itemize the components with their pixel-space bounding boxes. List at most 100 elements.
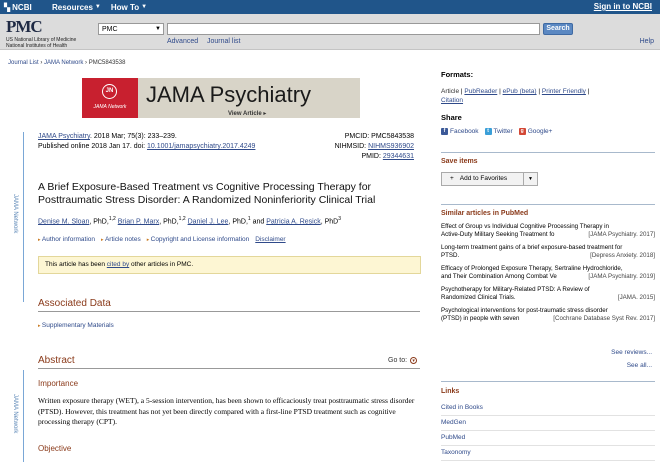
article-notes-toggle[interactable]: ▸ Article notes (101, 236, 141, 243)
links-heading[interactable]: Links (441, 388, 459, 395)
author-link[interactable]: Denise M. Sloan (38, 218, 89, 225)
abstract-heading: Abstract (38, 355, 420, 369)
save-items-heading[interactable]: Save items (441, 158, 478, 165)
similar-article-item[interactable]: Effect of Group vs Individual Cognitive … (441, 223, 655, 239)
sidebar-divider (441, 381, 655, 382)
author-suffix: , PhD, (89, 218, 109, 226)
author-affiliation[interactable]: 1,2 (179, 216, 186, 222)
article-title: A Brief Exposure-Based Treatment vs Cogn… (38, 181, 376, 206)
search-button[interactable]: Search (543, 23, 573, 35)
database-select-value: PMC (102, 26, 118, 33)
author-link[interactable]: Daniel J. Lee (188, 218, 229, 225)
similar-article-item[interactable]: Psychological interventions for post-tra… (441, 307, 655, 323)
database-select[interactable]: PMC ▼ (98, 23, 164, 35)
breadcrumb-journal-list[interactable]: Journal List (8, 60, 39, 66)
importance-heading: Importance (38, 379, 79, 388)
article-notes-link[interactable]: Article notes (105, 236, 141, 243)
disclaimer-link[interactable]: Disclaimer (255, 236, 285, 243)
link-cited-in-books[interactable]: Cited in Books (441, 404, 483, 411)
link-medgen[interactable]: MedGen (441, 419, 466, 426)
link-pubmed[interactable]: PubMed (441, 434, 465, 441)
breadcrumb-jama-network[interactable]: JAMA Network (44, 60, 83, 66)
supplementary-materials-toggle[interactable]: ▸ Supplementary Materials (38, 322, 114, 329)
importance-text: Written exposure therapy (WET), a 5-sess… (38, 396, 415, 426)
see-all-link[interactable]: See all... (627, 362, 652, 369)
sign-in-link[interactable]: Sign in to NCBI (594, 2, 652, 11)
pmid-label: PMID: (361, 153, 383, 160)
twitter-label: Twitter (493, 128, 513, 136)
format-citation[interactable]: Citation (441, 97, 463, 104)
rail-label: JAMA Network (12, 194, 18, 234)
copyright-link[interactable]: Copyright and License information (151, 236, 250, 243)
author-information-toggle[interactable]: ▸ Author information (38, 236, 95, 243)
google-label: Google+ (527, 128, 553, 136)
objective-heading: Objective (38, 444, 72, 453)
similar-articles-heading[interactable]: Similar articles in PubMed (441, 210, 528, 217)
share-heading: Share (441, 113, 462, 122)
pmc-logo[interactable]: PMC (6, 17, 43, 37)
chevron-down-icon: ▼ (141, 4, 148, 10)
google-share[interactable]: g Google+ (518, 128, 553, 136)
similar-article-source: [Depress Anxiety. 2018] (588, 252, 655, 260)
cited-post: other articles in PMC. (129, 261, 194, 268)
citation-ref: . 2018 Mar; 75(3): 233–239. (90, 133, 177, 140)
author-link[interactable]: Brian P. Marx (118, 218, 160, 225)
author-suffix: , PhD (320, 218, 339, 226)
link-taxonomy[interactable]: Taxonomy (441, 449, 471, 456)
similar-article-title-line1: Long-term treatment gains of a brief exp… (441, 244, 623, 251)
ncbi-top-bar: ▚ NCBI Resources ▼ How To ▼ Sign in to N… (0, 0, 660, 14)
facebook-icon: f (441, 128, 448, 135)
nihmsid-link[interactable]: NIHMS936902 (368, 143, 414, 150)
journal-link[interactable]: JAMA Psychiatry (38, 133, 90, 140)
formats-heading: Formats: (441, 70, 474, 79)
sidebar-divider (441, 204, 655, 205)
banner-journal-title: JAMA Psychiatry (146, 82, 312, 107)
supplementary-materials-link[interactable]: Supplementary Materials (42, 322, 114, 329)
copyright-toggle[interactable]: ▸ Copyright and License information (147, 236, 250, 243)
citation-ids: PMCID: PMC5843538 NIHMSID: NIHMS936902 P… (262, 132, 414, 162)
resources-label: Resources (52, 2, 93, 12)
twitter-share[interactable]: t Twitter (484, 128, 513, 136)
similar-article-title-line1: Effect of Group vs Individual Cognitive … (441, 223, 609, 230)
chevron-down-icon[interactable]: ▼ (523, 173, 537, 185)
similar-article-item[interactable]: Efficacy of Prolonged Exposure Therapy, … (441, 265, 655, 281)
cited-by-notice: This article has been cited by other art… (38, 256, 421, 274)
journal-list-link[interactable]: Journal list (207, 38, 240, 45)
see-reviews-link[interactable]: See reviews... (611, 349, 652, 356)
format-article[interactable]: Article (441, 88, 459, 95)
similar-article-source: [Cochrane Database Syst Rev. 2017] (551, 315, 655, 323)
similar-article-source: [JAMA. 2015] (615, 294, 655, 302)
facebook-share[interactable]: f Facebook (441, 128, 479, 135)
view-article-link[interactable]: View Article ▸ (228, 110, 266, 117)
format-epub[interactable]: ePub (beta) (503, 88, 537, 95)
author-link[interactable]: Patricia A. Resick (266, 218, 320, 225)
similar-article-title-line1: Psychological interventions for post-tra… (441, 307, 608, 314)
author-information-link[interactable]: Author information (42, 236, 95, 243)
author-list: Denise M. Sloan, PhD,1,2 Brian P. Marx, … (38, 216, 418, 225)
similar-article-item[interactable]: Psychotherapy for Military-Related PTSD:… (441, 286, 655, 302)
pmid-link[interactable]: 29344631 (383, 153, 414, 160)
help-link[interactable]: Help (640, 38, 654, 45)
format-printer-friendly[interactable]: Printer Friendly (542, 88, 586, 95)
similar-article-item[interactable]: Long-term treatment gains of a brief exp… (441, 244, 655, 260)
advanced-link[interactable]: Advanced (167, 38, 198, 45)
ncbi-logo[interactable]: ▚ NCBI (4, 3, 42, 12)
similar-articles-list: Effect of Group vs Individual Cognitive … (441, 223, 655, 328)
goto-label: Go to: (388, 357, 408, 364)
journal-banner[interactable]: JN JAMA Network JAMA Psychiatry View Art… (82, 78, 360, 118)
links-list: Cited in Books MedGen PubMed Taxonomy (441, 401, 655, 461)
goto-menu[interactable]: Go to: ▾ (388, 357, 418, 364)
format-pubreader[interactable]: PubReader (464, 88, 497, 95)
search-input[interactable] (167, 23, 540, 35)
author-affiliation[interactable]: 1,2 (109, 216, 116, 222)
cited-by-link[interactable]: cited by (107, 261, 129, 268)
chevron-down-icon: ▼ (94, 4, 101, 10)
doi-link[interactable]: 10.1001/jamapsychiatry.2017.4249 (147, 143, 255, 150)
how-to-menu[interactable]: How To ▼ (111, 3, 147, 12)
add-to-favorites-button[interactable]: + Add to Favorites ▼ (441, 172, 538, 186)
author-affiliation[interactable]: 3 (338, 216, 341, 222)
add-to-favorites-label: Add to Favorites (459, 175, 508, 182)
resources-menu[interactable]: Resources ▼ (52, 3, 101, 12)
plus-icon: + (450, 175, 454, 182)
citation-info: JAMA Psychiatry. 2018 Mar; 75(3): 233–23… (38, 132, 255, 152)
